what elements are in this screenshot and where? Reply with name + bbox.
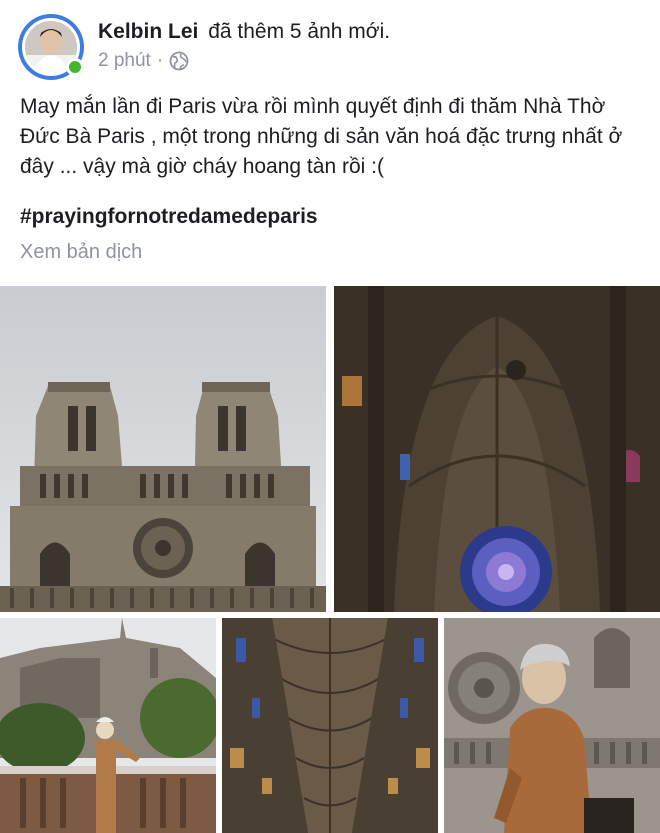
post-timestamp[interactable]: 2 phút: [98, 50, 151, 72]
facebook-post: Kelbin Lei đã thêm 5 ảnh mới. 2 phút · M…: [0, 0, 660, 833]
meta-separator: ·: [156, 50, 164, 71]
post-meta: 2 phút ·: [98, 50, 189, 72]
post-action-text: đã thêm 5 ảnh mới.: [208, 20, 391, 43]
photo-person-facade[interactable]: [444, 618, 660, 833]
photo-notre-dame-facade[interactable]: [0, 286, 326, 612]
post-header: Kelbin Lei đã thêm 5 ảnh mới. 2 phút ·: [0, 0, 660, 90]
photo-nave-ceiling[interactable]: [222, 618, 438, 833]
author-name[interactable]: Kelbin Lei: [98, 20, 198, 43]
photo-interior-rose-window[interactable]: [334, 286, 660, 612]
author-line: Kelbin Lei đã thêm 5 ảnh mới.: [98, 20, 390, 44]
see-translation-link[interactable]: Xem bản dịch: [20, 241, 142, 264]
globe-icon[interactable]: [169, 51, 189, 71]
post-body-text: May mắn lần đi Paris vừa rồi mình quyết …: [20, 95, 623, 178]
photo-person-balcony[interactable]: [0, 618, 216, 833]
avatar[interactable]: [18, 14, 84, 80]
hashtag-link[interactable]: #prayingfornotredamedeparis: [20, 205, 318, 229]
online-status-dot: [66, 58, 84, 76]
